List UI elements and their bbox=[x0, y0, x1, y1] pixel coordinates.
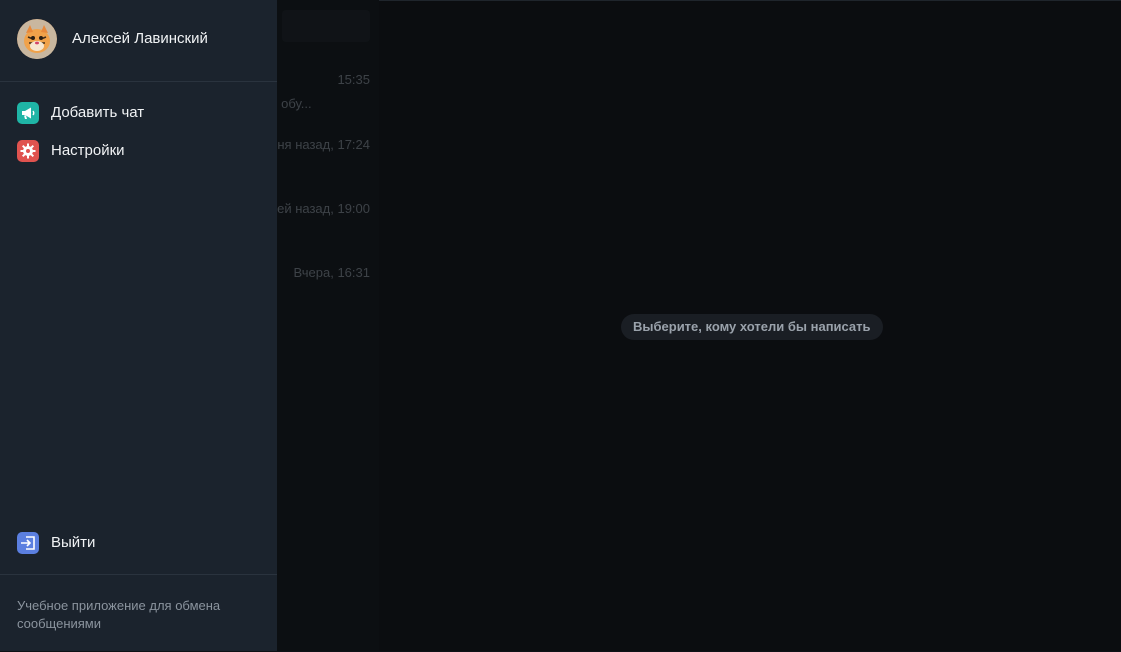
logout-button[interactable]: Выйти bbox=[0, 525, 277, 561]
avatar[interactable] bbox=[17, 19, 57, 59]
menu-item-label: Настройки bbox=[51, 142, 125, 159]
profile-header[interactable]: Алексей Лавинский bbox=[0, 0, 277, 82]
side-drawer: Алексей Лавинский Добавить чат Настройки… bbox=[0, 0, 277, 651]
menu-item-label: Добавить чат bbox=[51, 104, 145, 121]
logout-label: Выйти bbox=[51, 534, 96, 551]
menu-item-add-chat[interactable]: Добавить чат bbox=[0, 95, 277, 131]
drawer-footer: Учебное приложение для обмена сообщениям… bbox=[0, 574, 277, 652]
main-area: Выберите, кому хотели бы написать bbox=[379, 0, 1121, 651]
menu-item-settings[interactable]: Настройки bbox=[0, 133, 277, 169]
megaphone-icon bbox=[17, 102, 39, 124]
app-description: Учебное приложение для обмена сообщениям… bbox=[17, 598, 221, 631]
logout-icon bbox=[17, 532, 39, 554]
user-name: Алексей Лавинский bbox=[72, 30, 208, 47]
empty-state-hint: Выберите, кому хотели бы написать bbox=[621, 314, 883, 340]
gear-icon bbox=[17, 140, 39, 162]
